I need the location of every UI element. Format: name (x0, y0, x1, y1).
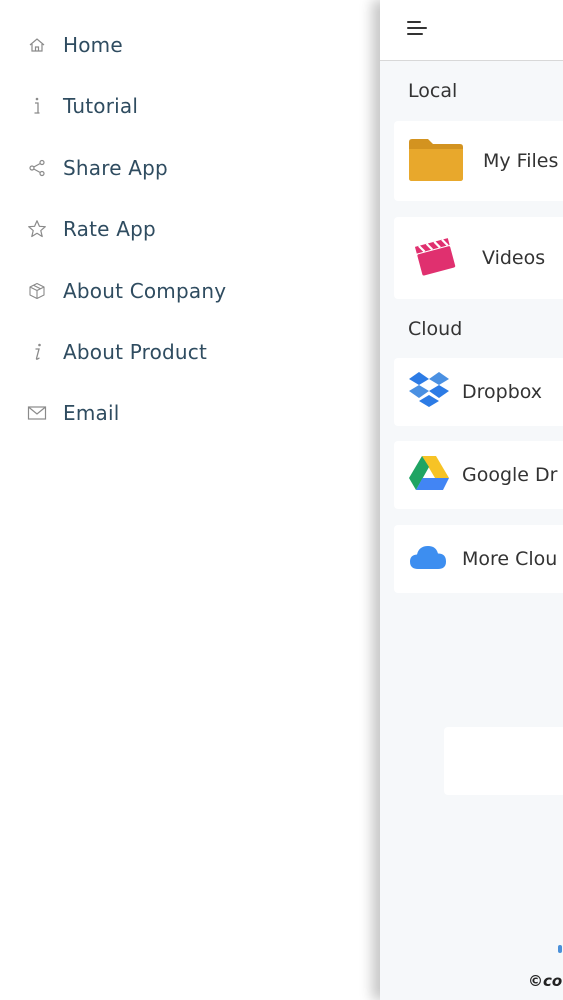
info-italic-icon (26, 341, 48, 363)
menu-label-about-product: About Product (63, 340, 208, 364)
mail-icon (26, 402, 48, 424)
card-label-more-cloud: More Clou (462, 548, 558, 570)
menu-item-share-app[interactable]: Share App (26, 148, 168, 188)
card-label-dropbox: Dropbox (462, 381, 543, 403)
section-label-cloud: Cloud (408, 318, 463, 340)
dropbox-icon (408, 370, 450, 414)
google-drive-icon (408, 455, 450, 495)
menu-item-tutorial[interactable]: Tutorial (26, 86, 138, 126)
section-label-local: Local (408, 80, 458, 102)
menu-label-rate-app: Rate App (63, 217, 156, 241)
menu-item-email[interactable]: Email (26, 393, 120, 433)
card-videos[interactable]: Videos (394, 217, 563, 299)
copyright-text: ©co (528, 972, 563, 990)
menu-item-home[interactable]: Home (26, 25, 123, 65)
card-dropbox[interactable]: Dropbox (394, 358, 563, 426)
card-label-videos: Videos (482, 247, 546, 269)
menu-label-tutorial: Tutorial (63, 94, 139, 118)
menu-label-about-company: About Company (63, 279, 227, 303)
main-panel: Local My Files Videos Cloud Dropbox Goog… (380, 0, 563, 1000)
menu-toggle-icon[interactable] (407, 19, 429, 41)
box-icon (26, 280, 48, 302)
card-google-drive[interactable]: Google Dr (394, 441, 563, 509)
menu-label-share-app: Share App (63, 156, 168, 180)
card-my-files[interactable]: My Files (394, 121, 563, 201)
folder-icon (408, 136, 464, 186)
share-icon (26, 157, 48, 179)
menu-label-home: Home (63, 33, 123, 57)
top-bar (380, 0, 563, 61)
empty-card (444, 727, 563, 795)
menu-label-email: Email (63, 401, 120, 425)
clapperboard-icon (412, 233, 458, 283)
menu-item-about-company[interactable]: About Company (26, 271, 226, 311)
card-more-cloud[interactable]: More Clou (394, 525, 563, 593)
navigation-drawer: Home Tutorial Share App Rate App About C… (0, 0, 380, 1000)
page-indicator-dot (558, 945, 562, 953)
card-label-my-files: My Files (483, 150, 559, 172)
info-icon (26, 95, 48, 117)
menu-item-rate-app[interactable]: Rate App (26, 209, 156, 249)
menu-item-about-product[interactable]: About Product (26, 332, 207, 372)
card-label-google-drive: Google Dr (462, 464, 558, 486)
star-icon (26, 218, 48, 240)
cloud-icon (408, 543, 448, 575)
home-icon (26, 34, 48, 56)
